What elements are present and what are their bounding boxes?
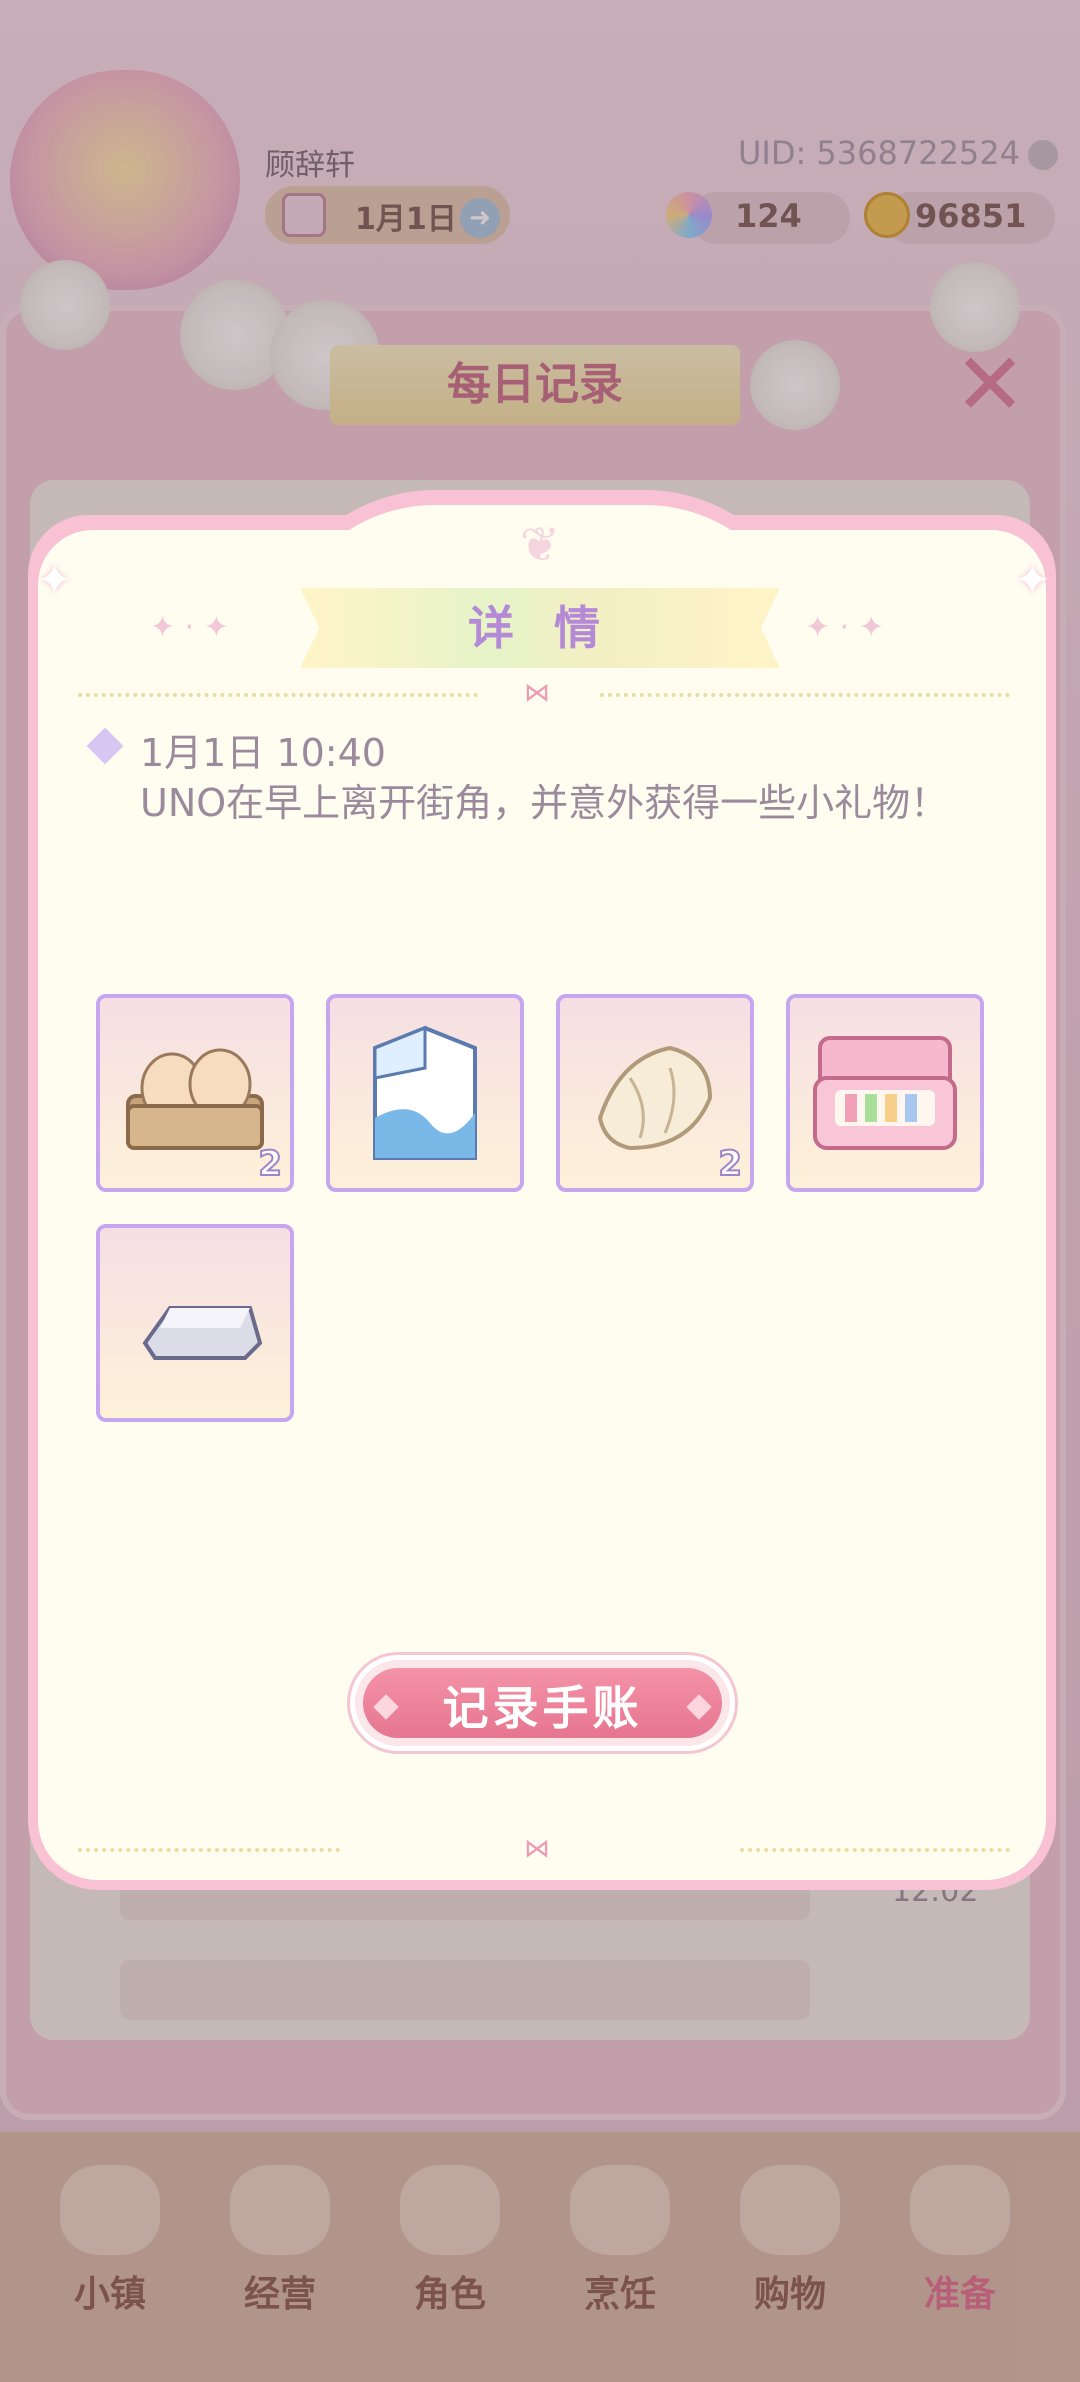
sparkle-icon: ✦ · ✦ xyxy=(150,610,229,645)
bow-icon: ⋈ xyxy=(524,1834,550,1864)
reward-item-milk[interactable] xyxy=(326,994,524,1192)
silver-ingot-icon xyxy=(142,1306,263,1360)
dotted-divider xyxy=(78,693,478,697)
dotted-divider xyxy=(78,1848,340,1852)
details-title: 详 情 xyxy=(467,601,612,655)
record-journal-button[interactable]: 记录手账 xyxy=(350,1655,735,1751)
reward-item-silver[interactable] xyxy=(96,1224,294,1422)
sparkle-icon: ✦ xyxy=(36,555,73,606)
reward-item-makeup[interactable] xyxy=(786,994,984,1192)
crest-ornament-icon: ❦ xyxy=(519,517,561,573)
reward-item-egg[interactable]: 2 xyxy=(96,994,294,1192)
entry-timestamp: 1月1日 10:40 xyxy=(140,731,386,775)
record-journal-label: 记录手账 xyxy=(442,1681,643,1735)
milk-carton-icon xyxy=(373,1025,477,1160)
button-fill: 记录手账 xyxy=(363,1668,722,1738)
reward-item-cotton[interactable]: 2 xyxy=(556,994,754,1192)
dotted-divider xyxy=(600,693,1010,697)
entry-message: UNO在早上离开街角，并意外获得一些小礼物！ xyxy=(140,781,949,825)
bow-icon: ⋈ xyxy=(524,678,550,708)
makeup-box-icon xyxy=(813,1036,957,1150)
dotted-divider xyxy=(740,1848,1010,1852)
sparkle-icon: ✦ xyxy=(1014,555,1051,606)
item-quantity: 2 xyxy=(717,1143,743,1185)
item-quantity: 2 xyxy=(257,1143,283,1185)
sparkle-icon: ✦ · ✦ xyxy=(805,610,884,645)
